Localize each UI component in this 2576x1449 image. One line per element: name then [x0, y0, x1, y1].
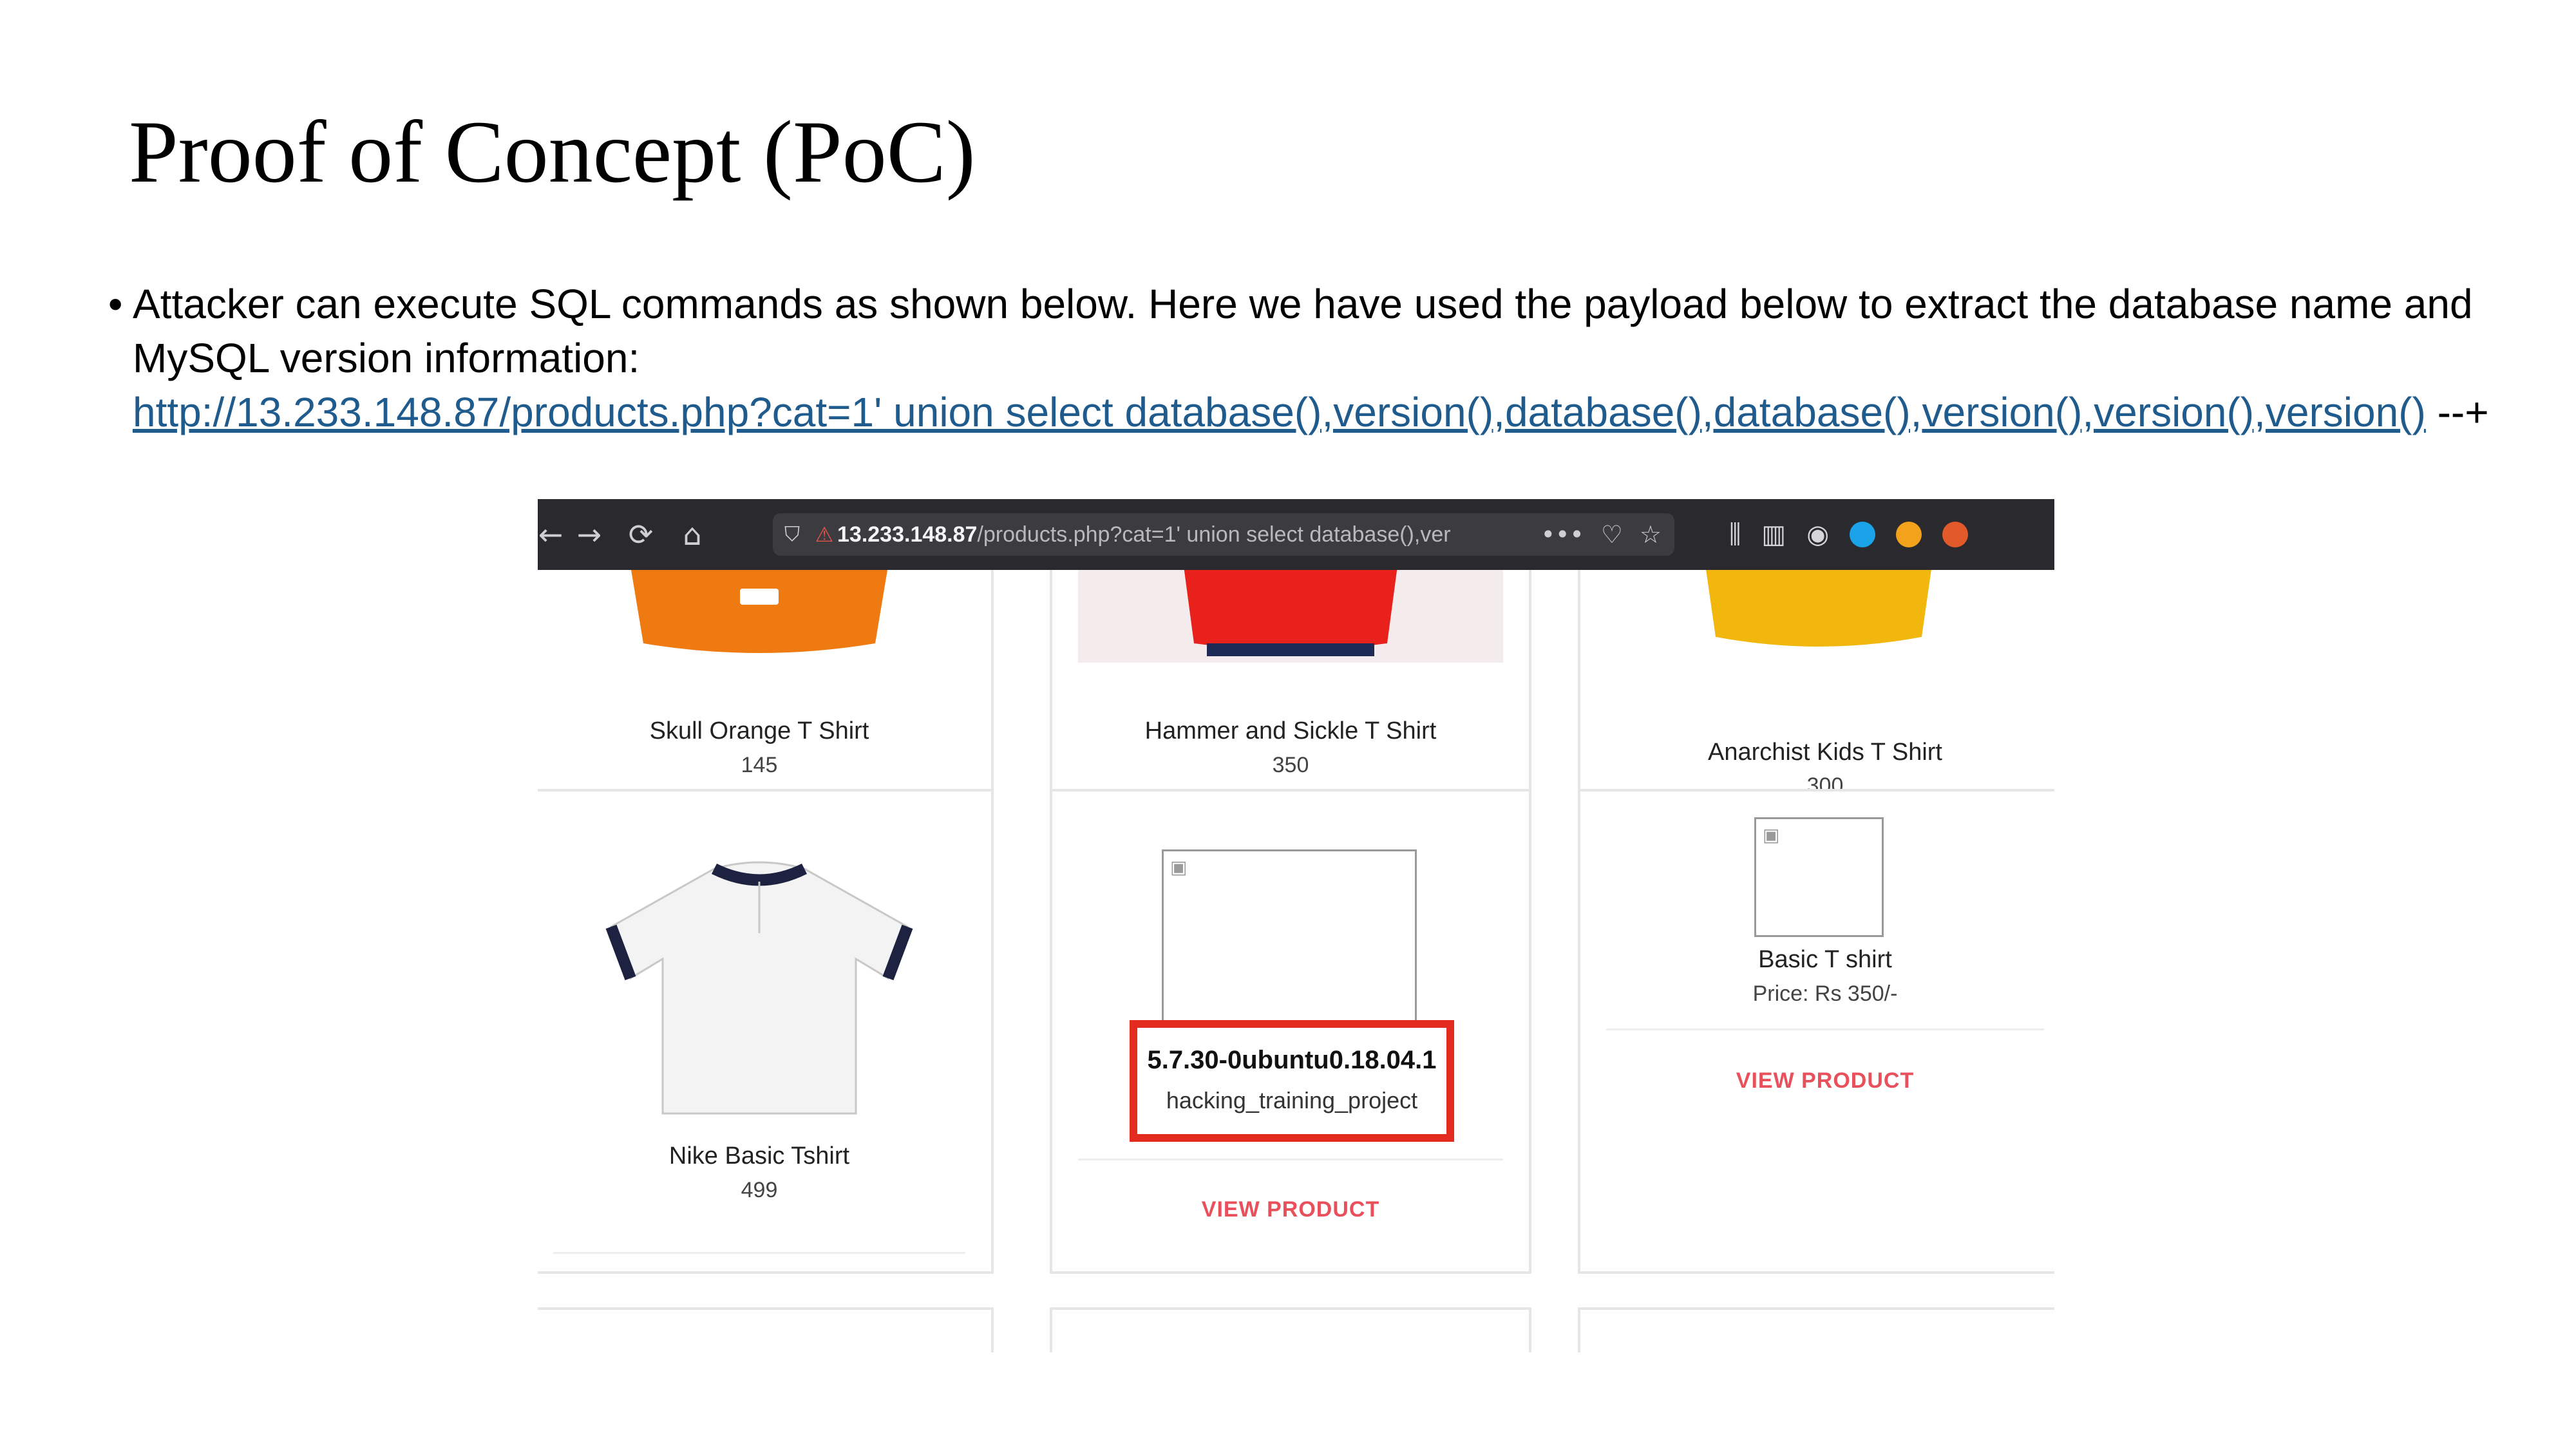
- product-card: ▣ Basic T shirt Price: Rs 350/- VIEW PRO…: [1578, 789, 2054, 1274]
- browser-screenshot: Skull Orange T Shirt 145 Hammer and Sick…: [538, 499, 2054, 1352]
- broken-image: ▣: [1754, 817, 1884, 937]
- pocket-icon[interactable]: ♡: [1601, 520, 1623, 549]
- extension-orange-icon[interactable]: [1896, 522, 1922, 547]
- account-icon[interactable]: ◉: [1806, 520, 1829, 549]
- product-card-injected: ▣ 5.7.30-0ubuntu0.18.04.1 hacking_traini…: [1050, 789, 1531, 1274]
- payload-suffix: --+: [2425, 389, 2489, 435]
- extension-fox-icon[interactable]: [1942, 522, 1969, 547]
- product-card: [1050, 1307, 1531, 1352]
- product-card: Hammer and Sickle T Shirt 350: [1050, 544, 1531, 804]
- database-name: hacking_training_project: [1166, 1087, 1418, 1113]
- reload-icon[interactable]: ⟳: [615, 517, 667, 552]
- product-price: Price: Rs 350/-: [1752, 981, 1898, 1006]
- payload-link[interactable]: http://13.233.148.87/products.php?cat=1'…: [133, 389, 2426, 435]
- bullet-text-line1: Attacker can execute SQL commands as sho…: [133, 281, 2473, 327]
- product-price: 145: [741, 753, 778, 777]
- product-card: Nike Basic Tshirt 499: [538, 789, 994, 1274]
- extension-blue-icon[interactable]: [1850, 522, 1876, 547]
- product-name: Skull Orange T Shirt: [649, 717, 869, 744]
- bullet-symbol: •: [108, 281, 123, 327]
- product-card: [538, 1307, 994, 1352]
- broken-image: ▣: [1162, 849, 1417, 1046]
- broken-image-icon: ▣: [1763, 824, 1780, 846]
- product-name: Nike Basic Tshirt: [668, 1142, 850, 1170]
- divider: [553, 1252, 965, 1254]
- product-name: Hammer and Sickle T Shirt: [1144, 717, 1437, 744]
- broken-image-icon: ▣: [1170, 857, 1188, 878]
- white-polo-image: [605, 861, 913, 1115]
- more-actions-icon[interactable]: •••: [1541, 520, 1584, 549]
- orange-tshirt-image: [630, 566, 888, 653]
- home-icon[interactable]: ⌂: [667, 517, 718, 552]
- bookmark-star-icon[interactable]: ☆: [1640, 520, 1662, 549]
- url-host: 13.233.148.87: [837, 522, 978, 547]
- bullet-text-line2: MySQL version information:: [133, 335, 640, 381]
- divider: [1078, 1159, 1503, 1160]
- product-price: 350: [1272, 753, 1309, 777]
- mysql-version: 5.7.30-0ubuntu0.18.04.1: [1147, 1046, 1437, 1074]
- highlight-box: 5.7.30-0ubuntu0.18.04.1 hacking_training…: [1130, 1020, 1454, 1142]
- shield-icon[interactable]: ⛉: [773, 522, 811, 547]
- view-product-link[interactable]: VIEW PRODUCT: [1580, 1068, 2054, 1094]
- library-icon[interactable]: ⫼: [1729, 520, 1741, 549]
- url-path: /products.php?cat=1' union select databa…: [977, 522, 1451, 547]
- browser-toolbar: ← → ⟳ ⌂ ⛉ ⚠ 13.233.148.87/products.php?c…: [538, 499, 2054, 570]
- slide-title: Proof of Concept (PoC): [129, 102, 976, 201]
- forward-icon[interactable]: →: [564, 517, 615, 552]
- sidebar-icon[interactable]: ▥: [1761, 520, 1786, 549]
- product-card: [1578, 1307, 2054, 1352]
- bullet-block: • Attacker can execute SQL commands as s…: [103, 277, 2550, 439]
- back-icon[interactable]: ←: [538, 517, 564, 552]
- url-bar[interactable]: ⛉ ⚠ 13.233.148.87/products.php?cat=1' un…: [773, 513, 1674, 556]
- product-card: Skull Orange T Shirt 145: [538, 544, 994, 804]
- product-price: 499: [741, 1178, 778, 1202]
- view-product-link[interactable]: VIEW PRODUCT: [1052, 1197, 1529, 1222]
- divider: [1606, 1028, 2044, 1030]
- product-name: Anarchist Kids T Shirt: [1708, 739, 1942, 766]
- payload-line: http://13.233.148.87/products.php?cat=1'…: [133, 385, 2550, 439]
- product-card: Anarchist Kids T Shirt 300: [1578, 544, 2054, 804]
- product-name: Basic T shirt: [1758, 946, 1892, 973]
- insecure-lock-icon[interactable]: ⚠: [811, 522, 837, 547]
